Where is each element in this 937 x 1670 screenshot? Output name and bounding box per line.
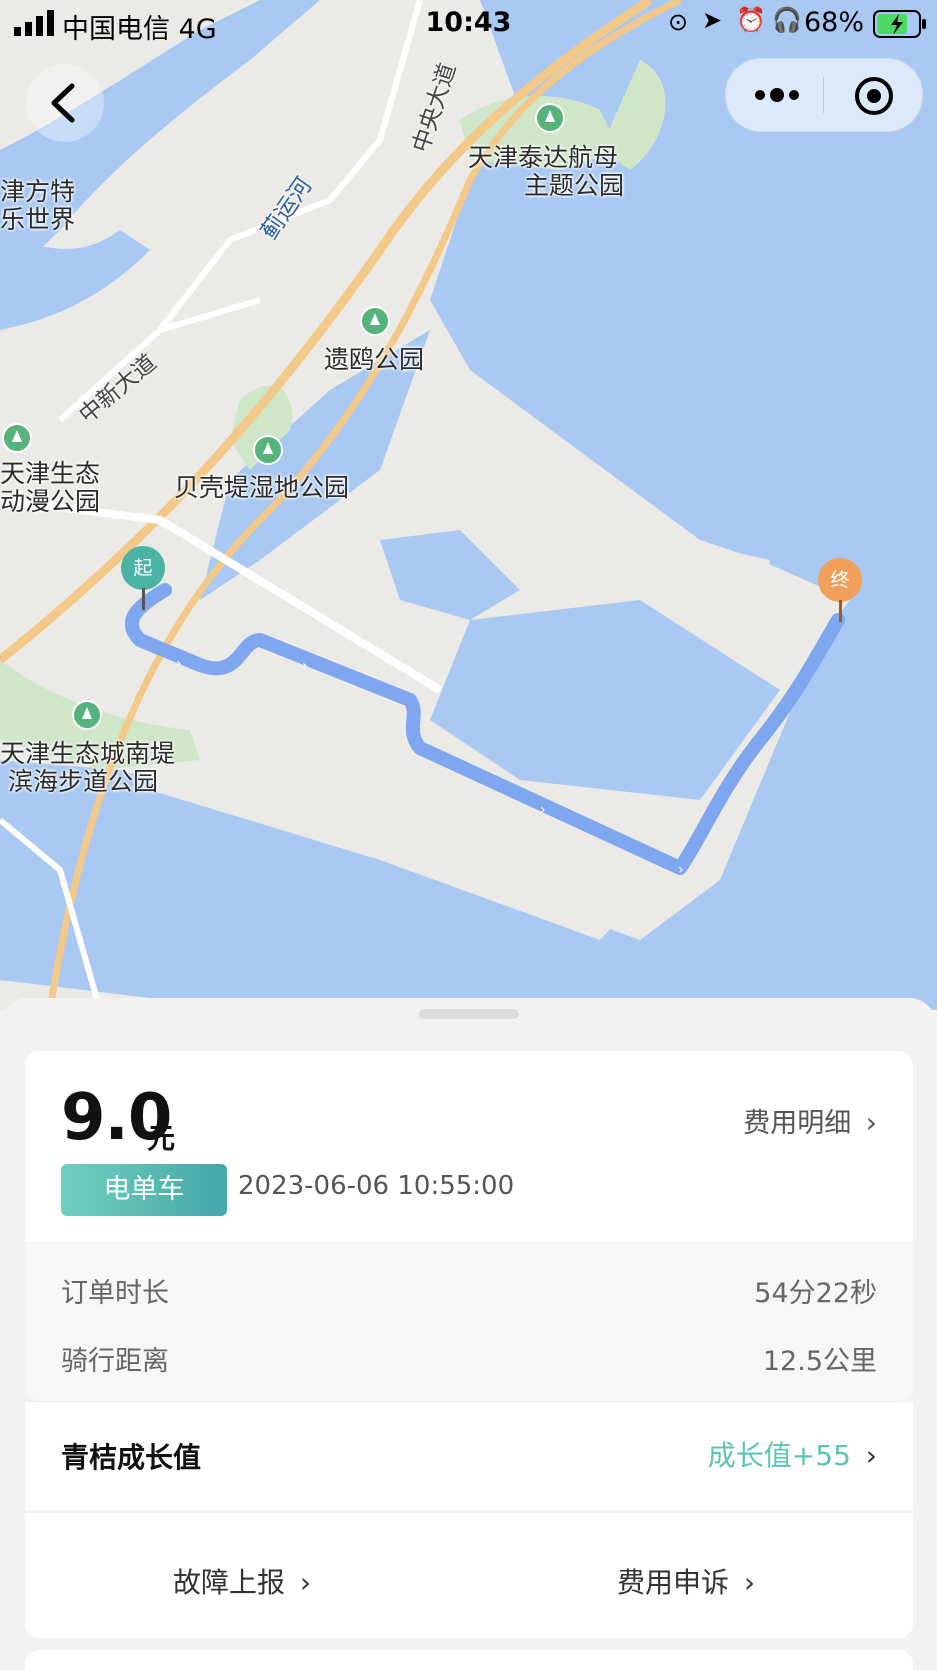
fee-appeal-label: 费用申诉 bbox=[617, 1566, 730, 1599]
chevron-right-icon: › bbox=[865, 1106, 877, 1139]
poi-label: 贝壳堤湿地公园 bbox=[174, 473, 350, 502]
park-icon bbox=[2, 423, 32, 453]
start-marker[interactable]: 起 bbox=[121, 546, 165, 590]
status-bar: 中国电信 4G 10:43 ⊙ ➤ ⏰ 🎧 68% bbox=[0, 0, 937, 46]
park-icon bbox=[360, 306, 390, 336]
order-summary-card: 9.0 元 费用明细 › 电单车 2023-06-06 10:55:00 订单时… bbox=[25, 1051, 913, 1401]
camera-icon bbox=[535, 103, 565, 133]
distance-label: 骑行距离 bbox=[61, 1346, 169, 1377]
park-icon bbox=[253, 435, 283, 465]
growth-title: 青桔成长值 bbox=[61, 1441, 202, 1474]
poi-label: 动漫公园 bbox=[0, 487, 101, 516]
svg-text:›: › bbox=[678, 862, 684, 878]
distance-value: 12.5公里 bbox=[762, 1346, 877, 1377]
more-icon[interactable] bbox=[752, 83, 802, 107]
poi-label: 滨海步道公园 bbox=[8, 767, 159, 796]
duration-row: 订单时长 54分22秒 bbox=[61, 1271, 877, 1311]
fare-unit: 元 bbox=[147, 1122, 176, 1155]
fee-detail-link[interactable]: 费用明细 › bbox=[743, 1101, 877, 1140]
chevron-right-icon: › bbox=[299, 1566, 312, 1599]
alarm-icon: ⏰ bbox=[736, 6, 766, 34]
poi-label: 天津生态城南堤 bbox=[0, 739, 176, 768]
back-button[interactable] bbox=[26, 64, 104, 142]
route-map[interactable]: › › › › 天津泰达航母 主题公园 遗鸥公园 贝壳堤湿地公园 天津生态 动漫公园 … bbox=[0, 0, 937, 1010]
growth-value-row[interactable]: 青桔成长值 成长值+55 › bbox=[25, 1401, 913, 1510]
poi-label: 天津生态 bbox=[0, 459, 101, 488]
close-miniprogram-icon[interactable] bbox=[852, 74, 896, 118]
end-marker-pin bbox=[839, 600, 842, 622]
svg-text:›: › bbox=[176, 656, 182, 672]
duration-label: 订单时长 bbox=[61, 1278, 169, 1309]
battery-icon bbox=[873, 10, 926, 38]
distance-row: 骑行距离 12.5公里 bbox=[61, 1339, 877, 1379]
order-datetime: 2023-06-06 10:55:00 bbox=[238, 1171, 515, 1201]
battery-percent: 68% bbox=[804, 7, 865, 38]
ride-stats: 订单时长 54分22秒 骑行距离 12.5公里 bbox=[25, 1241, 913, 1401]
headphones-icon: 🎧 bbox=[772, 6, 802, 34]
report-fault-label: 故障上报 bbox=[173, 1566, 286, 1599]
sheet-drag-handle[interactable] bbox=[419, 1009, 519, 1019]
svg-text:›: › bbox=[302, 658, 308, 674]
poi-label: 遗鸥公园 bbox=[324, 345, 425, 374]
growth-points-label: 成长值+55 bbox=[707, 1439, 851, 1472]
poi-label: 主题公园 bbox=[524, 171, 625, 200]
fee-detail-label: 费用明细 bbox=[743, 1108, 852, 1139]
chevron-left-icon bbox=[51, 83, 75, 123]
park-icon bbox=[72, 700, 102, 730]
duration-value: 54分22秒 bbox=[754, 1278, 877, 1309]
next-card-peek bbox=[25, 1650, 913, 1670]
actions-card: 故障上报 › 费用申诉 › bbox=[25, 1513, 913, 1638]
fee-appeal-button[interactable]: 费用申诉 › bbox=[617, 1561, 755, 1601]
start-marker-pin bbox=[142, 588, 145, 610]
order-detail-sheet: 9.0 元 费用明细 › 电单车 2023-06-06 10:55:00 订单时… bbox=[0, 998, 937, 1670]
capsule-divider bbox=[823, 77, 824, 113]
rotation-lock-icon: ⊙ bbox=[668, 8, 689, 36]
chevron-right-icon: › bbox=[865, 1439, 877, 1472]
vehicle-type-badge: 电单车 bbox=[61, 1164, 227, 1216]
growth-points: 成长值+55 › bbox=[708, 1434, 877, 1474]
end-marker[interactable]: 终 bbox=[818, 558, 862, 602]
chevron-right-icon: › bbox=[743, 1566, 756, 1599]
location-arrow-icon: ➤ bbox=[702, 6, 723, 34]
poi-label: 津方特 bbox=[0, 177, 76, 206]
report-fault-button[interactable]: 故障上报 › bbox=[173, 1561, 311, 1601]
poi-label: 天津泰达航母 bbox=[468, 143, 619, 172]
miniprogram-capsule bbox=[725, 58, 923, 132]
poi-label: 乐世界 bbox=[0, 205, 76, 234]
svg-text:›: › bbox=[540, 802, 546, 818]
